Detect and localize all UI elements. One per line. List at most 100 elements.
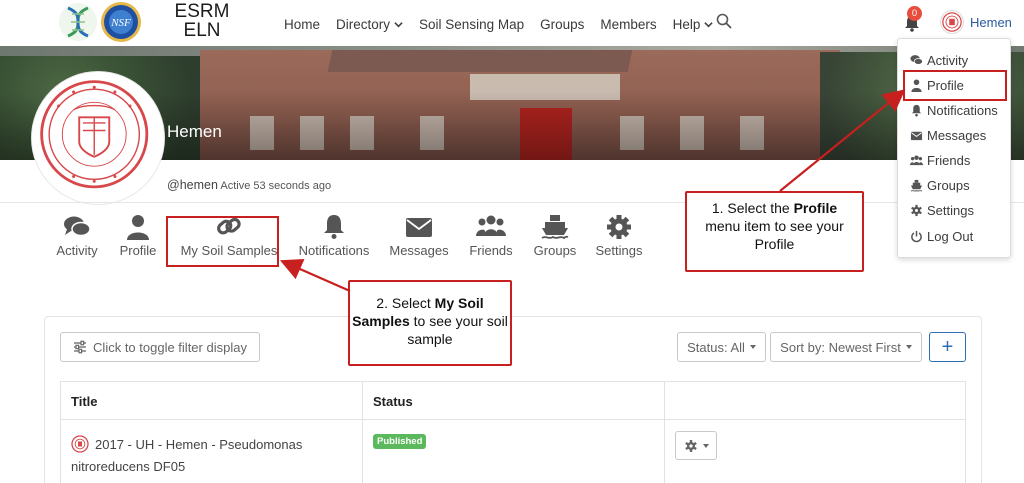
nav-home[interactable]: Home [284, 17, 320, 32]
menu-item-log-out[interactable]: Log Out [910, 229, 973, 244]
menu-item-activity[interactable]: Activity [910, 53, 968, 68]
status-filter-dropdown[interactable]: Status: All [677, 332, 766, 362]
users-icon [476, 215, 506, 236]
callout-1-suffix: menu item to see your Profile [705, 218, 844, 252]
add-soil-sample-button[interactable]: + [929, 332, 966, 362]
callout-1-bold: Profile [793, 200, 838, 216]
caret-down-icon [702, 443, 709, 448]
envelope-icon [406, 218, 432, 237]
row-actions-button[interactable] [675, 431, 717, 460]
menu-item-friends-label: Friends [927, 153, 971, 168]
menu-item-messages[interactable]: Messages [910, 128, 986, 143]
sample-title[interactable]: 2017 - UH - Hemen - Pseudomonas nitrored… [71, 437, 302, 474]
menu-item-settings[interactable]: Settings [910, 203, 974, 218]
tab-messages[interactable]: Messages [380, 214, 458, 258]
profile-last-active: Active 53 seconds ago [220, 180, 332, 192]
search-icon[interactable] [716, 13, 732, 29]
gear-icon [911, 204, 922, 217]
university-seal-icon [942, 12, 962, 32]
nav-groups-label: Groups [540, 17, 585, 32]
menu-item-groups[interactable]: Groups [910, 178, 970, 193]
tab-notifications-label: Notifications [298, 243, 370, 258]
nav-members-label: Members [600, 17, 657, 32]
table-row-title[interactable]: 2017 - UH - Hemen - Pseudomonas nitrored… [71, 434, 361, 478]
soil-samples-table: Title Status 2017 - UH - Hemen - Pseudom… [60, 381, 966, 483]
user-menu-name[interactable]: Hemen [970, 15, 1012, 30]
brand-title[interactable]: ESRM ELN [172, 2, 232, 40]
menu-item-log-out-label: Log Out [927, 229, 974, 244]
nav-help-label: Help [672, 17, 701, 32]
profile-handle: @hemen [167, 178, 218, 192]
gear-icon [607, 215, 631, 239]
instruction-callout-2: 2. Select My Soil Samples to see your so… [348, 280, 512, 366]
bell-icon [324, 215, 344, 239]
caret-down-icon [749, 345, 756, 349]
tab-groups[interactable]: Groups [524, 214, 586, 258]
toggle-filter-button[interactable]: Click to toggle filter display [60, 332, 260, 362]
nav-soil-sensing-map-label: Soil Sensing Map [419, 17, 525, 32]
brand-line2: ELN [183, 20, 221, 41]
ship-icon [541, 215, 569, 240]
sort-label: Sort by: Newest First [780, 339, 901, 355]
sort-dropdown[interactable]: Sort by: Newest First [770, 332, 922, 362]
chevron-down-icon [394, 22, 403, 28]
nav-soil-sensing-map[interactable]: Soil Sensing Map [419, 17, 524, 32]
add-button-label: + [941, 335, 954, 358]
nav-groups[interactable]: Groups [540, 17, 584, 32]
menu-item-friends[interactable]: Friends [910, 153, 970, 168]
tab-groups-label: Groups [533, 243, 577, 258]
toggle-filter-label: Click to toggle filter display [93, 339, 247, 355]
nav-members[interactable]: Members [600, 17, 656, 32]
notification-badge: 0 [907, 6, 922, 21]
arrow-to-my-soil-samples [279, 259, 351, 293]
divider [0, 202, 1024, 203]
brand-line1: ESRM [174, 1, 230, 22]
menu-item-notifications[interactable]: Notifications [910, 103, 998, 118]
menu-item-notifications-label: Notifications [927, 103, 998, 118]
user-icon [127, 215, 149, 240]
main-nav: Home Directory Soil Sensing Map Groups M… [284, 17, 729, 32]
column-header-status[interactable]: Status [373, 394, 413, 409]
nav-home-label: Home [284, 17, 321, 32]
top-navbar: NSF ESRM ELN Home Directory Soil Sensing… [0, 0, 1024, 46]
profile-avatar[interactable] [32, 72, 164, 204]
tab-notifications[interactable]: Notifications [288, 214, 380, 258]
ship-icon [910, 179, 923, 192]
envelope-icon [910, 131, 923, 141]
dna-logo-icon[interactable] [58, 2, 98, 42]
callout-2-prefix: 2. Select [376, 295, 435, 311]
user-avatar[interactable] [940, 10, 964, 34]
nav-directory[interactable]: Directory [336, 17, 403, 32]
tab-friends[interactable]: Friends [458, 214, 524, 258]
nsf-logo-icon[interactable]: NSF [100, 1, 142, 43]
status-badge: Published [373, 434, 427, 449]
power-icon [911, 230, 922, 243]
tab-profile-label: Profile [119, 243, 157, 258]
highlight-box-my-soil-samples [166, 216, 279, 267]
tab-settings-label: Settings [595, 243, 643, 258]
profile-handle-line: @hemen Active 53 seconds ago [167, 178, 331, 192]
column-header-title[interactable]: Title [71, 394, 98, 409]
menu-item-messages-label: Messages [927, 128, 987, 143]
chevron-down-icon [704, 22, 714, 28]
bell-icon [911, 104, 922, 117]
tab-activity-label: Activity [56, 243, 98, 258]
university-seal-icon [71, 435, 89, 453]
profile-tabs: Activity Profile My Soil Samples Notific… [48, 214, 652, 258]
users-icon [910, 155, 923, 166]
tab-activity[interactable]: Activity [48, 214, 106, 258]
menu-item-settings-label: Settings [927, 203, 974, 218]
nav-directory-label: Directory [336, 17, 391, 32]
callout-2-suffix: to see your soil sample [407, 313, 508, 347]
table-header-row: Title Status [61, 382, 965, 420]
tab-profile[interactable]: Profile [106, 214, 170, 258]
nav-help[interactable]: Help [673, 17, 714, 32]
caret-down-icon [905, 345, 912, 349]
tab-messages-label: Messages [389, 243, 449, 258]
gear-icon [684, 439, 697, 452]
sliders-icon [74, 340, 87, 354]
menu-item-activity-label: Activity [927, 53, 969, 68]
tab-settings[interactable]: Settings [586, 214, 652, 258]
comments-icon [910, 55, 923, 65]
nsf-logo-text: NSF [110, 17, 131, 29]
